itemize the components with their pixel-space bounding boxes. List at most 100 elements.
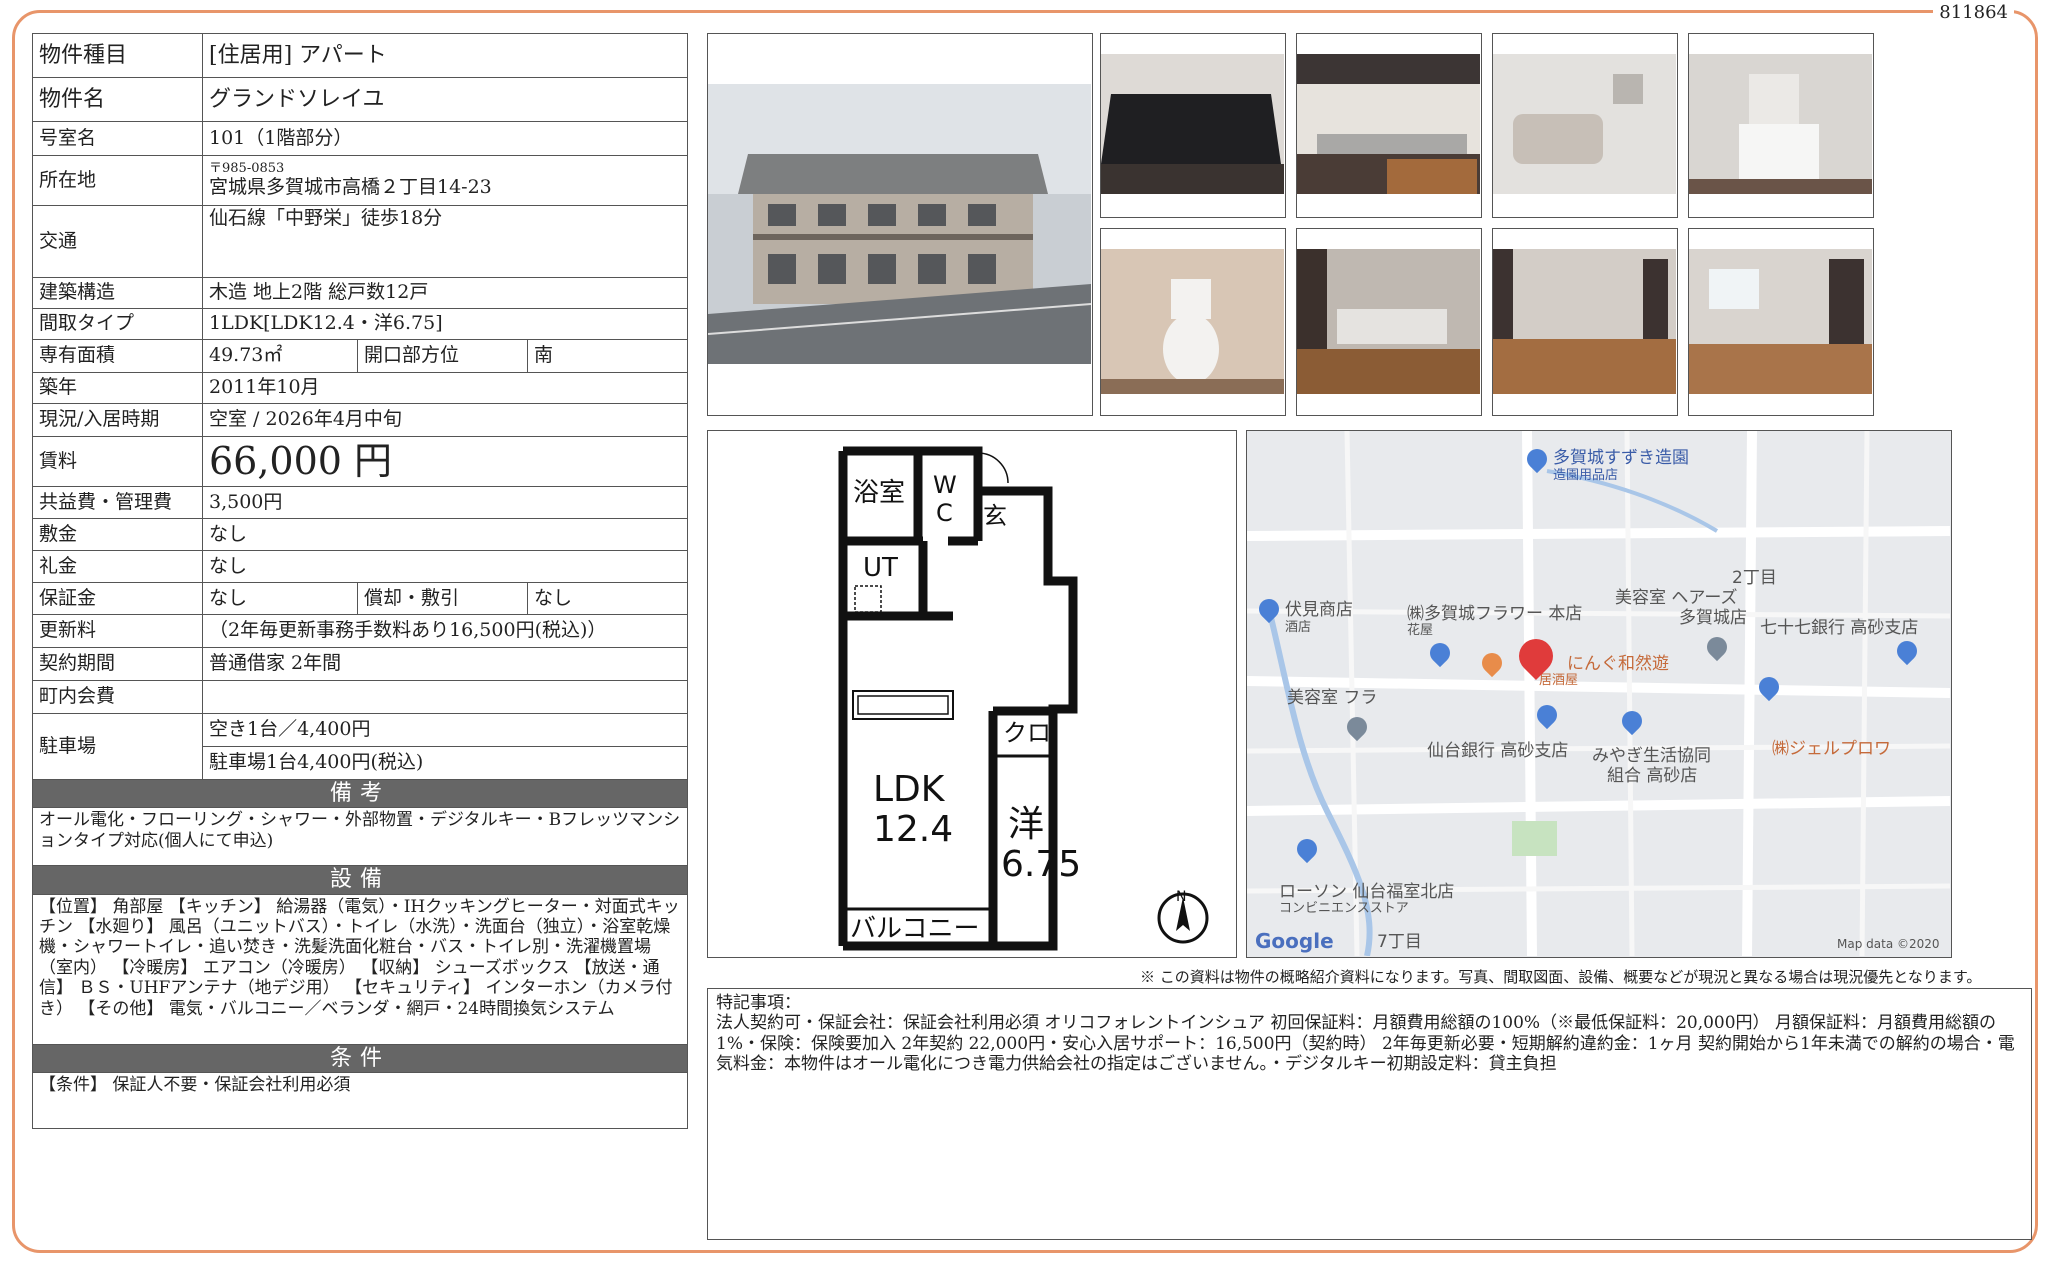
keymoney-value: なし — [202, 550, 688, 583]
direction-label: 開口部方位 — [357, 339, 528, 373]
wc-label-w: W — [933, 471, 957, 499]
transport-label: 交通 — [32, 205, 203, 278]
status-value: 空室 / 2026年4月中旬 — [202, 403, 688, 437]
bath-label: 浴室 — [853, 478, 905, 508]
transport-value: 仙石線「中野栄」徒歩18分 — [202, 205, 688, 278]
special-notes-text: 法人契約可・保証会社：保証会社利用必須 オリコフォレントインシュア 初回保証料：… — [716, 1013, 2015, 1075]
photo-kitchen[interactable] — [1296, 33, 1482, 218]
rent-label: 賃料 — [32, 436, 203, 487]
fee-label: 共益費・管理費 — [32, 486, 203, 519]
town-label: 町内会費 — [32, 680, 203, 714]
google-logo: Google — [1255, 929, 1334, 953]
deposit-label: 敷金 — [32, 518, 203, 551]
toilet-photo-image — [1101, 249, 1284, 394]
map-label-20: 7丁目 — [1377, 932, 1422, 952]
floorplan-drawing: 浴室 W C 玄 UT クロ LDK 12.4 洋 6.75 バルコニー N — [838, 446, 1209, 951]
built-label: 築年 — [32, 372, 203, 404]
direction-value: 南 — [527, 339, 688, 373]
map-label-15: 組合 高砂店 — [1607, 766, 1698, 786]
cooktop-photo-image — [1101, 54, 1284, 194]
photo-living[interactable] — [1492, 228, 1678, 416]
structure-label: 建築構造 — [32, 277, 203, 309]
address-cell: 〒985-0853 宮城県多賀城市高橋２丁目14-23 — [202, 155, 688, 206]
map-label-6: 花屋 — [1407, 623, 1434, 638]
photo-washbasin[interactable] — [1688, 33, 1874, 218]
document-id: 811864 — [1933, 2, 2014, 23]
room-label: 号室名 — [32, 121, 203, 156]
name-label: 物件名 — [32, 77, 203, 122]
map-label-18: コンビニエンスストア — [1279, 901, 1409, 916]
conditions-text: 【条件】 保証人不要・保証会社利用必須 — [32, 1071, 688, 1129]
equipment-text: 【位置】 角部屋 【キッチン】 給湯器（電気）・IHクッキングヒーター・対面式キ… — [32, 893, 688, 1045]
western-label: 洋 — [1008, 804, 1044, 845]
parking-value-1: 空き1台／4,400円 — [202, 713, 688, 747]
floorplan[interactable]: 浴室 W C 玄 UT クロ LDK 12.4 洋 6.75 バルコニー N — [707, 430, 1237, 958]
contract-label: 契約期間 — [32, 647, 203, 681]
map-label-5: ㈱多賀城フラワー 本店 — [1407, 604, 1583, 624]
remarks-text: オール電化・フローリング・シャワー・外部物置・デジタルキー・Bフレッツマンション… — [32, 807, 688, 867]
special-notes-title: 特記事項： — [716, 993, 801, 1013]
amort-value: なし — [527, 582, 688, 615]
rent-value: 66,000 円 — [202, 436, 688, 487]
map-label-16: ㈱ジェルプロワ — [1772, 739, 1891, 759]
map-label-12: 美容室 フラ — [1287, 688, 1378, 708]
conditions-header: 条件 — [32, 1043, 688, 1073]
ldk-size: 12.4 — [873, 809, 953, 850]
remarks-header: 備考 — [32, 778, 688, 809]
structure-value: 木造 地上2階 総戸数12戸 — [202, 277, 688, 309]
exterior-photo-image — [708, 84, 1092, 364]
contract-value: 普通借家 2年間 — [202, 647, 688, 681]
equipment-header: 設備 — [32, 865, 688, 895]
postal-code: 〒985-0853 — [209, 161, 285, 177]
map-label-8: 多賀城店 — [1679, 608, 1747, 628]
map-label-4: 酒店 — [1285, 620, 1312, 635]
north-arrow-label: N — [1176, 889, 1186, 905]
photo-exterior[interactable] — [707, 33, 1093, 416]
ut-label: UT — [863, 553, 898, 583]
area-value: 49.73㎡ — [202, 339, 358, 373]
dining-photo-image — [1297, 249, 1480, 394]
western-room-photo-image — [1689, 249, 1872, 394]
town-value — [202, 680, 688, 714]
parking-value-2: 駐車場1台4,400円(税込) — [202, 746, 688, 780]
photo-bathroom[interactable] — [1492, 33, 1678, 218]
disclaimer-note: ※ この資料は物件の概略紹介資料になります。写真、間取図面、設備、概要などが現況… — [1140, 968, 1982, 986]
location-map[interactable]: 多賀城すずき造園 造園用品店 2丁目 伏見商店 酒店 ㈱多賀城フラワー 本店 花… — [1246, 430, 1952, 958]
closet-label: クロ — [1003, 719, 1051, 747]
name-value: グランドソレイユ — [202, 77, 688, 122]
bathroom-photo-image — [1493, 54, 1676, 194]
room-value: 101（1階部分） — [202, 121, 688, 156]
map-label-9: 七十七銀行 高砂支店 — [1760, 618, 1919, 638]
photo-western-room[interactable] — [1688, 228, 1874, 416]
guarantee-value: なし — [202, 582, 358, 615]
wc-label-c: C — [936, 499, 953, 527]
photo-dining[interactable] — [1296, 228, 1482, 416]
keymoney-label: 礼金 — [32, 550, 203, 583]
area-label: 専有面積 — [32, 339, 203, 373]
address-value: 宮城県多賀城市高橋２丁目14-23 — [209, 176, 492, 199]
fee-value: 3,500円 — [202, 486, 688, 519]
western-size: 6.75 — [1001, 844, 1081, 885]
type-label: 物件種目 — [32, 33, 203, 78]
map-label-2: 2丁目 — [1732, 568, 1777, 588]
renewal-label: 更新料 — [32, 614, 203, 648]
layout-label: 間取タイプ — [32, 308, 203, 340]
renewal-value: （2年毎更新事務手数料あり16,500円(税込)） — [202, 614, 688, 648]
address-label: 所在地 — [32, 155, 203, 206]
map-label-13: 仙台銀行 高砂支店 — [1427, 741, 1569, 761]
ldk-label: LDK — [873, 769, 946, 810]
parking-label: 駐車場 — [32, 713, 203, 780]
photo-toilet[interactable] — [1100, 228, 1286, 416]
living-photo-image — [1493, 249, 1676, 394]
guarantee-label: 保証金 — [32, 582, 203, 615]
amort-label: 償却・敷引 — [357, 582, 528, 615]
entrance-label: 玄 — [983, 502, 1007, 530]
special-notes-box: 特記事項： 法人契約可・保証会社：保証会社利用必須 オリコフォレントインシュア … — [707, 988, 2032, 1240]
map-label-1: 造園用品店 — [1553, 468, 1619, 483]
photo-cooktop[interactable] — [1100, 33, 1286, 218]
balcony-label: バルコニー — [850, 914, 979, 944]
map-label-11: 居酒屋 — [1539, 673, 1579, 688]
property-table: 物件種目 [住居用] アパート 物件名 グランドソレイユ 号室名 101（1階部… — [32, 33, 688, 1129]
washbasin-photo-image — [1689, 54, 1872, 194]
built-value: 2011年10月 — [202, 372, 688, 404]
